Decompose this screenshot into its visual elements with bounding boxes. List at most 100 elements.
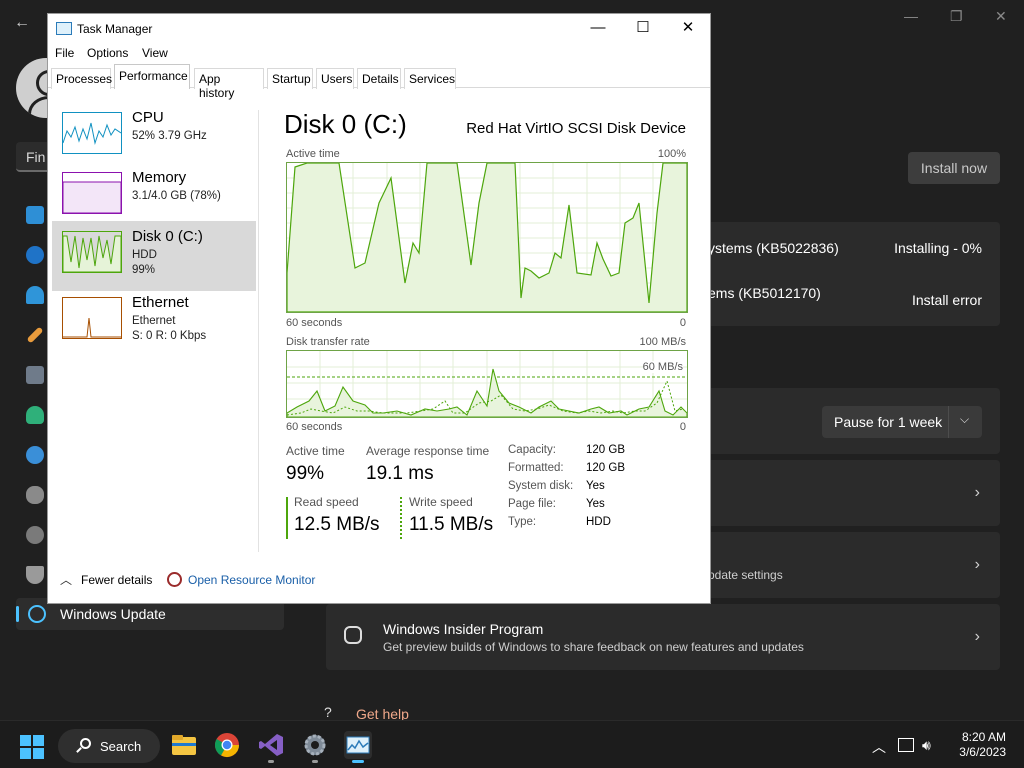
task-manager-window: Task Manager — ☐ ✕ File Options View Pro… — [47, 13, 711, 604]
system-icon[interactable] — [26, 206, 44, 224]
accessibility-icon[interactable] — [26, 526, 44, 544]
windows-update-icon — [28, 605, 46, 623]
sidebar-item-label: Windows Update — [60, 606, 166, 622]
network-tray-icon[interactable] — [898, 738, 914, 752]
network-icon[interactable] — [26, 286, 44, 304]
property-value: Yes — [586, 480, 605, 492]
menu-file[interactable]: File — [55, 46, 74, 60]
transfer-rate-graph: 60 MB/s — [286, 350, 688, 418]
windows-logo-icon — [33, 735, 44, 746]
resource-usage: 99% — [132, 264, 156, 276]
property-key: Page file: — [508, 498, 556, 510]
title-bar[interactable]: Task Manager — ☐ ✕ — [48, 14, 710, 44]
advanced-options-card[interactable]: pdate settings › — [700, 532, 1000, 598]
update-title: ystems (KB5022836) — [708, 240, 839, 256]
update-status: Installing - 0% — [894, 240, 982, 256]
minimize-icon[interactable]: — — [904, 8, 918, 24]
chevron-right-icon: › — [974, 628, 980, 645]
disk-thumbnail-graph — [62, 231, 122, 273]
open-resource-monitor-link[interactable]: Open Resource Monitor — [188, 573, 315, 587]
time-span-label: 60 seconds — [286, 317, 343, 329]
close-button[interactable]: ✕ — [665, 14, 711, 44]
ethernet-thumbnail-graph — [62, 297, 122, 339]
maximize-button[interactable]: ☐ — [620, 14, 666, 44]
menu-view[interactable]: View — [142, 46, 168, 60]
running-indicator — [312, 760, 318, 763]
pause-updates-dropdown[interactable]: Pause for 1 week ⌵ — [822, 406, 982, 438]
device-name: Red Hat VirtIO SCSI Disk Device — [466, 120, 686, 137]
settings-icon[interactable] — [301, 731, 329, 759]
read-speed-indicator — [286, 497, 288, 539]
menu-options[interactable]: Options — [87, 46, 128, 60]
search-label: Search — [100, 739, 142, 754]
resource-item-ethernet[interactable]: Ethernet Ethernet S: 0 R: 0 Kbps — [52, 287, 256, 357]
property-value: 120 GB — [586, 444, 625, 456]
insider-program-card[interactable]: Windows Insider Program Get preview buil… — [326, 604, 1000, 670]
task-manager-icon[interactable] — [344, 731, 372, 759]
active-time-graph — [286, 162, 688, 313]
apps-icon[interactable] — [26, 366, 44, 384]
property-key: System disk: — [508, 480, 574, 492]
personalization-icon[interactable] — [26, 326, 44, 344]
tab-performance[interactable]: Performance — [114, 64, 190, 89]
resource-name: Memory — [132, 169, 187, 186]
taskbar-search-button[interactable]: Search — [58, 729, 160, 763]
property-key: Capacity: — [508, 444, 556, 456]
resource-detail: 52% 3.79 GHz — [132, 130, 207, 142]
accounts-icon[interactable] — [26, 406, 44, 424]
back-arrow-icon[interactable]: ← — [14, 14, 30, 32]
update-history-card[interactable]: › — [700, 460, 1000, 526]
install-now-button[interactable]: Install now — [908, 152, 1000, 184]
active-indicator — [16, 606, 19, 622]
cpu-thumbnail-graph — [62, 112, 122, 154]
find-setting-placeholder: Fin — [26, 149, 46, 165]
privacy-security-icon[interactable] — [26, 566, 44, 584]
avg-response-label: Average response time — [366, 444, 490, 458]
visual-studio-icon[interactable] — [257, 731, 285, 759]
read-speed-label: Read speed — [294, 495, 359, 509]
task-manager-footer: ︿ Fewer details Open Resource Monitor — [48, 570, 710, 590]
property-key: Type: — [508, 516, 537, 528]
file-explorer-icon[interactable] — [170, 731, 198, 759]
tab-app-history[interactable]: App history — [194, 68, 264, 100]
resource-throughput: S: 0 R: 0 Kbps — [132, 330, 207, 342]
insider-title: Windows Insider Program — [383, 621, 544, 637]
windows-logo-icon — [33, 748, 44, 759]
dropdown-separator — [948, 406, 949, 438]
avg-response-value: 19.1 ms — [366, 463, 434, 484]
tab-bar: Processes Performance App history Startu… — [48, 64, 710, 100]
chrome-icon[interactable] — [213, 731, 241, 759]
transfer-rate-graph-label: Disk transfer rate — [286, 336, 370, 348]
taskbar: Search ︿ 🔊︎ 8:20 AM 3/6/2023 — [0, 720, 1024, 768]
chevron-up-icon[interactable]: ︿ — [60, 571, 72, 588]
active-time-max-label: 100% — [657, 148, 686, 160]
time-language-icon[interactable] — [26, 446, 44, 464]
chevron-right-icon: › — [974, 484, 980, 501]
property-key: Formatted: — [508, 462, 564, 474]
active-time-graph-label: Active time — [286, 148, 340, 160]
advanced-options-subtitle: pdate settings — [708, 568, 783, 582]
gaming-icon[interactable] — [26, 486, 44, 504]
write-speed-indicator — [400, 497, 402, 539]
tab-users[interactable]: Users — [316, 68, 354, 89]
resource-item-disk[interactable]: Disk 0 (C:) HDD 99% — [52, 221, 256, 291]
volume-icon[interactable]: 🔊︎ — [922, 737, 931, 754]
fewer-details-button[interactable]: Fewer details — [81, 573, 152, 587]
clock[interactable]: 8:20 AM 3/6/2023 — [959, 730, 1006, 760]
tab-startup[interactable]: Startup — [267, 68, 313, 89]
chevron-down-icon: ⌵ — [960, 412, 970, 426]
minimize-button[interactable]: — — [575, 14, 621, 44]
write-speed-label: Write speed — [409, 495, 473, 509]
search-icon — [80, 738, 91, 749]
close-icon[interactable]: ✕ — [995, 8, 1007, 25]
insider-subtitle: Get preview builds of Windows to share f… — [383, 640, 804, 654]
tab-details[interactable]: Details — [357, 68, 401, 89]
graph-min-label: 0 — [679, 317, 686, 329]
resource-detail: HDD — [132, 249, 157, 261]
bluetooth-icon[interactable] — [26, 246, 44, 264]
start-button[interactable] — [20, 735, 44, 759]
restore-icon[interactable]: ❐ — [950, 8, 963, 25]
tab-processes[interactable]: Processes — [51, 68, 112, 89]
tab-services[interactable]: Services — [404, 68, 456, 89]
show-hidden-icons-icon[interactable]: ︿ — [872, 737, 886, 757]
